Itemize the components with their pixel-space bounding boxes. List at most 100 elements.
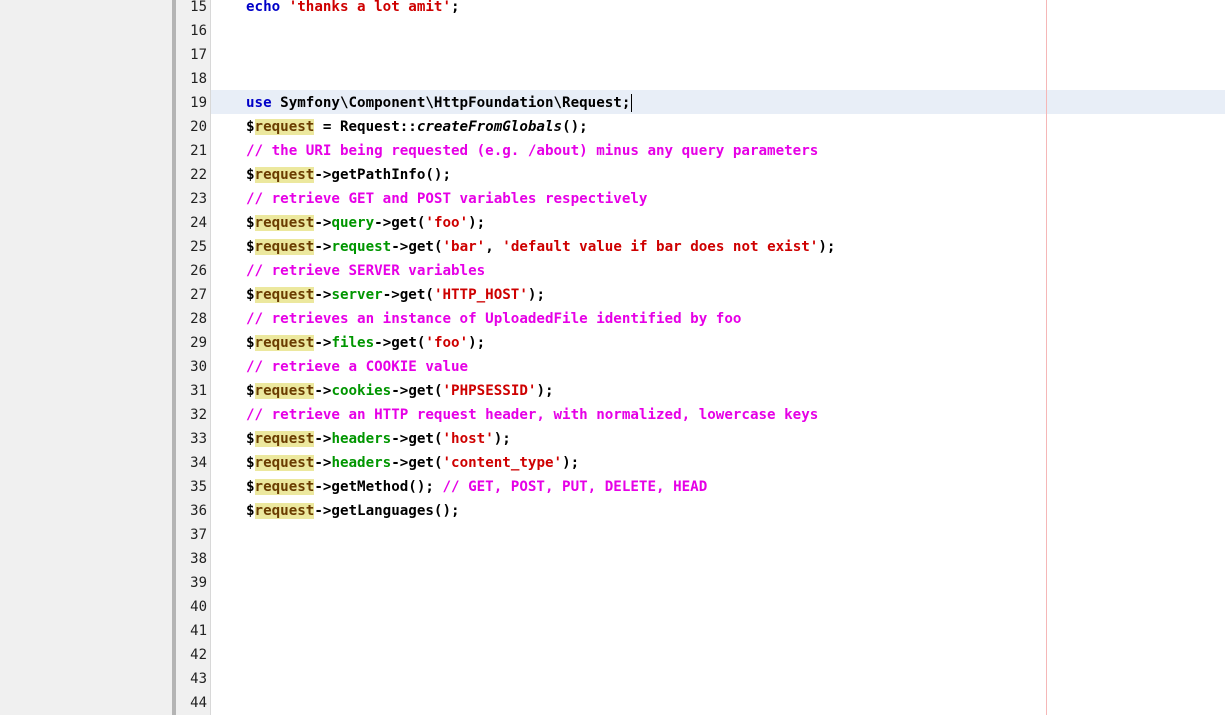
code-token: query [331, 215, 375, 231]
line-number: 34 [190, 455, 207, 471]
line-number: 31 [190, 383, 207, 399]
code-line[interactable]: 41 [176, 619, 1225, 643]
code-token: headers [331, 431, 392, 447]
code-token: 'thanks a lot amit' [288, 0, 452, 15]
code-line[interactable]: 36 $request->getLanguages(); [176, 499, 1225, 523]
code-token: -> [314, 287, 332, 303]
code-token: -> [314, 215, 332, 231]
code-token: ->get( [391, 383, 443, 399]
code-token: ->get( [374, 215, 426, 231]
code-text: $request->headers->get('host'); [246, 427, 511, 451]
code-line[interactable]: 23 // retrieve GET and POST variables res… [176, 187, 1225, 211]
code-token: $ [246, 503, 255, 519]
code-token: // retrieve GET and POST variables respe… [246, 191, 648, 207]
code-token: request [254, 479, 315, 495]
code-token: // retrieve a COOKIE value [246, 359, 469, 375]
code-token: 'bar' [442, 239, 486, 255]
line-number: 15 [190, 0, 207, 15]
code-text: $request->cookies->get('PHPSESSID'); [246, 379, 554, 403]
code-token: request [254, 455, 315, 471]
code-text: $request->getMethod(); // GET, POST, PUT… [246, 475, 707, 499]
line-number: 30 [190, 359, 207, 375]
code-token: $ [246, 455, 255, 471]
code-line[interactable]: 30 // retrieve a COOKIE value [176, 355, 1225, 379]
code-line[interactable]: 39 [176, 571, 1225, 595]
code-line[interactable]: 32 // retrieve an HTTP request header, wi… [176, 403, 1225, 427]
line-number: 27 [190, 287, 207, 303]
code-text: // retrieve a COOKIE value [246, 355, 468, 379]
code-token: ->get( [391, 239, 443, 255]
code-token: $ [246, 335, 255, 351]
line-number: 39 [190, 575, 207, 591]
code-token: 'PHPSESSID' [442, 383, 537, 399]
line-number: 18 [190, 71, 207, 87]
code-token: // retrieve an HTTP request header, with… [246, 407, 819, 423]
code-token: -> [314, 455, 332, 471]
code-line[interactable]: 15 echo 'thanks a lot amit'; [176, 0, 1225, 19]
line-number: 43 [190, 671, 207, 687]
code-line[interactable]: 37 [176, 523, 1225, 547]
code-token: ); [468, 215, 486, 231]
code-token: 'default value if bar does not exist' [502, 239, 819, 255]
code-token: -> [314, 383, 332, 399]
code-line[interactable]: 24 $request->query->get('foo'); [176, 211, 1225, 235]
line-number: 22 [190, 167, 207, 183]
code-token: $ [246, 119, 255, 135]
line-number: 33 [190, 431, 207, 447]
code-token: -> [314, 239, 332, 255]
line-number: 42 [190, 647, 207, 663]
code-token: server [331, 287, 383, 303]
code-token: ); [493, 431, 511, 447]
code-line[interactable]: 27 $request->server->get('HTTP_HOST'); [176, 283, 1225, 307]
line-number: 38 [190, 551, 207, 567]
code-line[interactable]: 33 $request->headers->get('host'); [176, 427, 1225, 451]
code-line[interactable]: 35 $request->getMethod(); // GET, POST, P… [176, 475, 1225, 499]
code-text: // retrieves an instance of UploadedFile… [246, 307, 741, 331]
code-text: $request->headers->get('content_type'); [246, 451, 579, 475]
code-line[interactable]: 21 // the URI being requested (e.g. /abou… [176, 139, 1225, 163]
code-line[interactable]: 34 $request->headers->get('content_type')… [176, 451, 1225, 475]
code-line[interactable]: 17 [176, 43, 1225, 67]
code-token: , [485, 239, 503, 255]
code-token: headers [331, 455, 392, 471]
code-line[interactable]: 20 $request = Request::createFromGlobals(… [176, 115, 1225, 139]
code-line[interactable]: 40 [176, 595, 1225, 619]
code-line[interactable]: 18 [176, 67, 1225, 91]
line-number: 36 [190, 503, 207, 519]
line-number: 35 [190, 479, 207, 495]
code-token: createFromGlobals [416, 119, 563, 135]
code-text: $request->getPathInfo(); [246, 163, 451, 187]
code-token: $ [246, 287, 255, 303]
code-line[interactable]: 26 // retrieve SERVER variables [176, 259, 1225, 283]
line-number: 44 [190, 695, 207, 711]
line-number: 29 [190, 335, 207, 351]
code-token: ); [562, 455, 580, 471]
code-line[interactable]: 43 [176, 667, 1225, 691]
code-text: $request->request->get('bar', 'default v… [246, 235, 835, 259]
code-token: (); [562, 119, 588, 135]
code-line[interactable]: 29 $request->files->get('foo'); [176, 331, 1225, 355]
code-editor[interactable]: 15 echo 'thanks a lot amit'; 16 17 18 19 use S… [176, 0, 1225, 715]
code-line[interactable]: 28 // retrieves an instance of UploadedFi… [176, 307, 1225, 331]
code-line[interactable]: 25 $request->request->get('bar', 'default… [176, 235, 1225, 259]
code-line[interactable]: 19 use Symfony\Component\HttpFoundation\R… [176, 91, 1225, 115]
code-line[interactable]: 22 $request->getPathInfo(); [176, 163, 1225, 187]
code-token: 'foo' [425, 335, 469, 351]
code-line[interactable]: 38 [176, 547, 1225, 571]
line-number: 24 [190, 215, 207, 231]
code-token: ->get( [374, 335, 426, 351]
code-token: request [254, 119, 315, 135]
code-token: use [246, 95, 272, 111]
code-token: request [254, 335, 315, 351]
code-token: files [331, 335, 375, 351]
code-text: $request = Request::createFromGlobals(); [246, 115, 588, 139]
code-token: // GET, POST, PUT, DELETE, HEAD [442, 479, 708, 495]
line-number: 21 [190, 143, 207, 159]
line-number: 19 [190, 95, 207, 111]
code-line[interactable]: 44 [176, 691, 1225, 715]
code-text: // retrieve GET and POST variables respe… [246, 187, 647, 211]
code-line[interactable]: 31 $request->cookies->get('PHPSESSID'); [176, 379, 1225, 403]
code-line[interactable]: 16 [176, 19, 1225, 43]
code-line[interactable]: 42 [176, 643, 1225, 667]
code-text: // retrieve an HTTP request header, with… [246, 403, 818, 427]
